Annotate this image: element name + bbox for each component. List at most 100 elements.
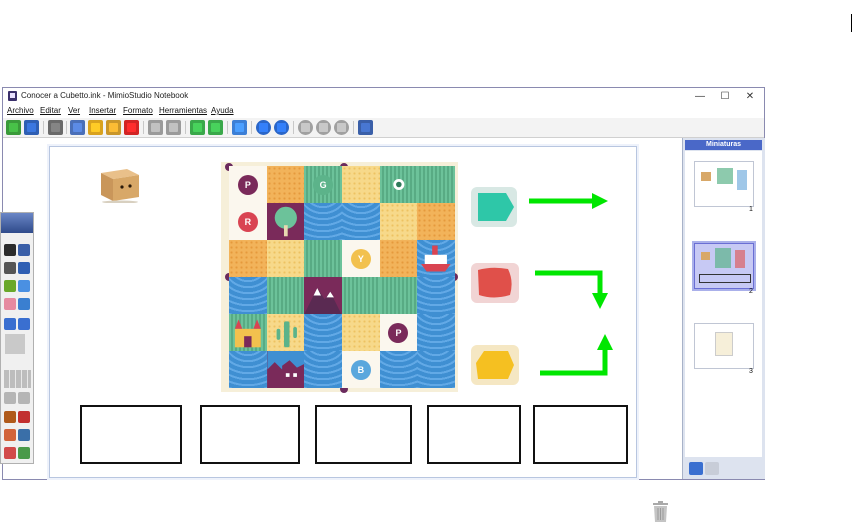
color-swatch-icon[interactable]	[5, 334, 25, 354]
thumbnail-panel: Miniaturas 1 2 3	[682, 138, 765, 479]
answer-box-3[interactable]	[315, 405, 412, 464]
new-page-icon[interactable]	[190, 120, 205, 135]
print-icon[interactable]	[48, 120, 63, 135]
highlighter-icon[interactable]	[4, 280, 16, 292]
map-cell	[417, 240, 455, 277]
select-arrow-icon[interactable]	[4, 244, 16, 256]
window-icon[interactable]	[358, 120, 373, 135]
fill-tool-icon[interactable]	[18, 318, 30, 330]
text-cursor	[851, 14, 852, 32]
close-button[interactable]: ✕	[738, 90, 762, 103]
recorder-icon[interactable]	[4, 429, 16, 441]
forward-arrow-head	[592, 193, 608, 209]
map-cell	[229, 314, 267, 351]
toolbar-separator	[353, 121, 354, 134]
menu-archivo[interactable]: Archivo	[7, 106, 34, 115]
transparency-icon[interactable]	[18, 392, 30, 404]
map-letter-disc: B	[350, 359, 371, 380]
map-cell	[304, 351, 342, 388]
canvas-area[interactable]: PGRYPB	[3, 138, 680, 522]
eraser-icon[interactable]	[4, 298, 16, 310]
notebook-page[interactable]: PGRYPB	[49, 146, 637, 478]
minimize-button[interactable]: —	[688, 90, 712, 103]
thumbnails-tab-icon[interactable]	[689, 462, 703, 475]
toolbar-separator	[43, 121, 44, 134]
insert-page-icon[interactable]	[208, 120, 223, 135]
thumbnail-number-1: 1	[749, 206, 753, 213]
copy-icon[interactable]	[88, 120, 103, 135]
map-cell	[266, 166, 305, 203]
cubetto-robot-image[interactable]	[97, 165, 141, 203]
delete-icon[interactable]	[124, 120, 139, 135]
reveal-tool-icon[interactable]	[4, 411, 16, 423]
map-cell	[266, 203, 305, 240]
back-icon[interactable]	[256, 120, 271, 135]
thumbnail-page-1[interactable]	[694, 161, 754, 207]
answer-box-5[interactable]	[533, 405, 628, 464]
text-tool-icon[interactable]	[18, 262, 30, 274]
layers-icon[interactable]	[4, 392, 16, 404]
maximize-button[interactable]: ☐	[713, 90, 737, 103]
home-icon[interactable]	[6, 120, 21, 135]
map-letter-disc: R	[237, 211, 258, 232]
gallery-tab-icon[interactable]	[705, 462, 719, 475]
map-cell	[342, 314, 380, 351]
menu-herramientas[interactable]: Herramientas	[159, 106, 207, 115]
thumbnail-page-3[interactable]	[694, 323, 754, 369]
zoom-out-icon[interactable]	[316, 120, 331, 135]
map-cell	[266, 351, 305, 388]
map-cell	[266, 240, 305, 277]
spotlight-tool-icon[interactable]	[18, 411, 30, 423]
map-cell	[417, 277, 455, 314]
map-letter-disc: Y	[350, 248, 371, 269]
map-cell	[417, 314, 455, 351]
menu-ayuda[interactable]: Ayuda	[211, 106, 234, 115]
redo-icon[interactable]	[166, 120, 181, 135]
menu-formato[interactable]: Formato	[123, 106, 153, 115]
map-cell	[266, 314, 305, 351]
zoom-tool-icon[interactable]	[18, 244, 30, 256]
thumbnail-page-2[interactable]	[694, 243, 754, 289]
map-cell	[229, 277, 267, 314]
toolbar-separator	[227, 121, 228, 134]
undo-icon[interactable]	[148, 120, 163, 135]
forward-icon[interactable]	[274, 120, 289, 135]
answer-box-1[interactable]	[80, 405, 182, 464]
map-cell: G	[304, 166, 342, 203]
math-tool-icon[interactable]	[4, 447, 16, 459]
map-cell	[229, 351, 267, 388]
menu-ver[interactable]: Ver	[68, 106, 80, 115]
users-icon[interactable]	[232, 120, 247, 135]
draw-tool-icon[interactable]	[18, 447, 30, 459]
map-cell	[304, 314, 342, 351]
tree-illustration	[267, 203, 305, 240]
shape-tool-icon[interactable]	[18, 280, 30, 292]
line-color-icon[interactable]	[4, 318, 16, 330]
thumbnail-list[interactable]: 1 2 3	[685, 151, 762, 457]
tools-palette-header[interactable]	[1, 213, 33, 233]
screen-capture-icon[interactable]	[18, 429, 30, 441]
city-illustration	[266, 351, 305, 388]
paste-icon[interactable]	[106, 120, 121, 135]
toolbar-separator	[251, 121, 252, 134]
answer-box-4[interactable]	[427, 405, 521, 464]
map-cell	[266, 277, 305, 314]
direction-arrows	[529, 193, 613, 376]
cut-icon[interactable]	[70, 120, 85, 135]
title-bar: Conocer a Cubetto.ink - MimioStudio Note…	[3, 88, 764, 105]
boat-illustration	[417, 240, 455, 277]
image-tool-icon[interactable]	[18, 298, 30, 310]
trash-icon[interactable]	[652, 501, 669, 523]
zoom-in-icon[interactable]	[298, 120, 313, 135]
menu-editar[interactable]: Editar	[40, 106, 61, 115]
save-icon[interactable]	[24, 120, 39, 135]
answer-box-2[interactable]	[200, 405, 300, 464]
map-cell: B	[342, 351, 380, 388]
line-width-icon[interactable]	[4, 370, 31, 388]
zoom-fit-icon[interactable]	[334, 120, 349, 135]
left-arrow-shaft	[540, 347, 608, 376]
menu-insertar[interactable]: Insertar	[89, 106, 116, 115]
cubetto-map-board[interactable]: PGRYPB	[221, 162, 458, 393]
map-cell	[417, 351, 455, 388]
pen-tool-icon[interactable]	[4, 262, 16, 274]
